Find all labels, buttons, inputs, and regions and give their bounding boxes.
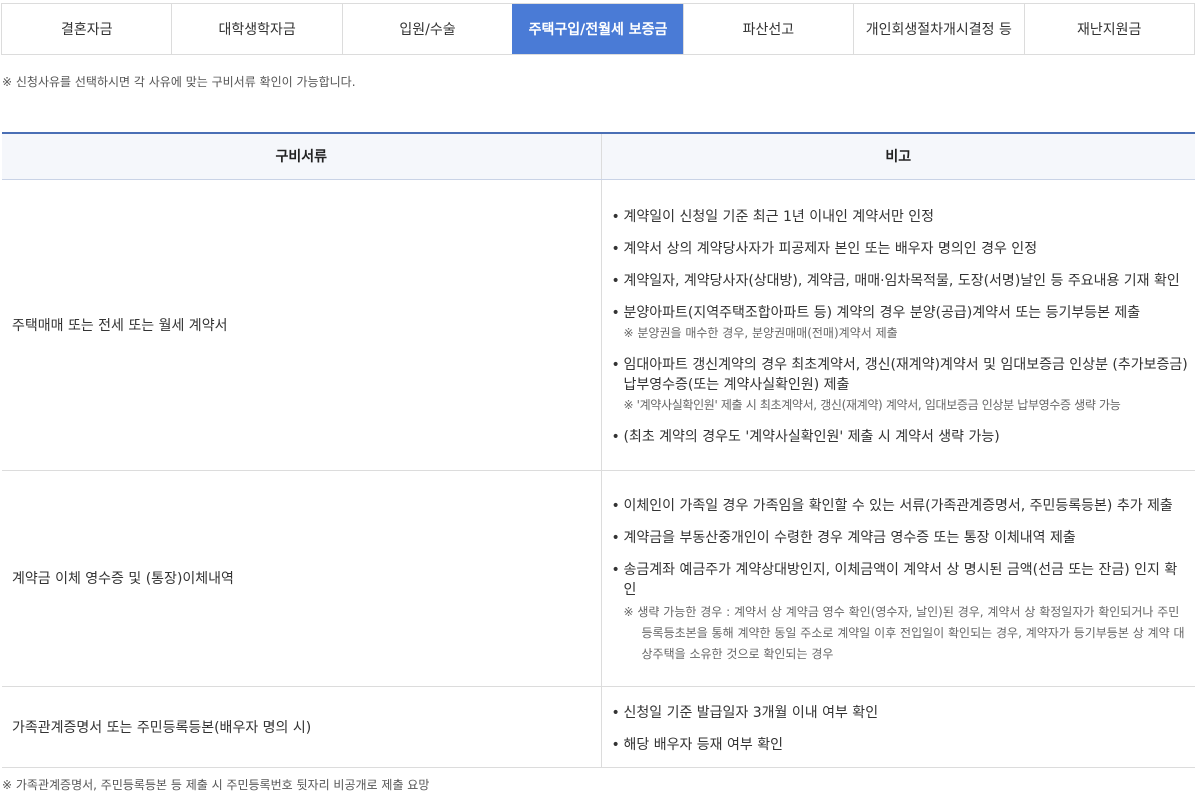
list-item: 신청일 기준 발급일자 3개월 이내 여부 확인 [612, 703, 1190, 723]
remarks-cell: 이체인이 가족일 경우 가족임을 확인할 수 있는 서류(가족관계증명서, 주민… [601, 470, 1195, 687]
tab-disaster-fund[interactable]: 재난지원금 [1023, 4, 1194, 54]
table-row: 주택매매 또는 전세 또는 월세 계약서 계약일이 신청일 기준 최근 1년 이… [2, 179, 1195, 471]
tab-housing-deposit[interactable]: 주택구입/전월세 보증금 [512, 4, 683, 54]
note-text: 계약일자, 계약당사자(상대방), 계약금, 매매·임차목적물, 도장(서명)날… [623, 272, 1180, 289]
list-item: (최초 계약의 경우도 '계약사실확인원' 제출 시 계약서 생략 가능) [612, 427, 1190, 447]
header-documents: 구비서류 [2, 132, 602, 180]
remarks-list: 이체인이 가족일 경우 가족임을 확인할 수 있는 서류(가족관계증명서, 주민… [612, 496, 1190, 665]
tab-bankruptcy[interactable]: 파산선고 [682, 4, 854, 54]
notice-top: ※ 신청사유를 선택하시면 각 사유에 맞는 구비서류 확인이 가능합니다. [2, 75, 356, 89]
list-item: 해당 배우자 등재 여부 확인 [612, 735, 1190, 755]
tab-tuition[interactable]: 대학생학자금 [171, 4, 342, 54]
note-text: 계약금을 부동산중개인이 수령한 경우 계약금 영수증 또는 통장 이체내역 제… [623, 529, 1076, 546]
document-cell: 계약금 이체 영수증 및 (통장)이체내역 [2, 470, 602, 687]
note-text: 분양아파트(지역주택조합아파트 등) 계약의 경우 분양(공급)계약서 또는 등… [623, 304, 1141, 321]
sub-note: ※ '계약사실확인원' 제출 시 최초계약서, 갱신(재계약) 계약서, 임대보… [623, 397, 1121, 412]
list-item: 송금계좌 예금주가 계약상대방인지, 이체금액이 계약서 상 명시된 금액(선금… [612, 560, 1190, 665]
note-text: 계약일이 신청일 기준 최근 1년 이내인 계약서만 인정 [623, 208, 935, 225]
remarks-cell: 계약일이 신청일 기준 최근 1년 이내인 계약서만 인정 계약서 상의 계약당… [601, 179, 1195, 471]
note-text: 신청일 기준 발급일자 3개월 이내 여부 확인 [623, 704, 879, 721]
header-remarks: 비고 [601, 132, 1195, 180]
reason-tabs: 결혼자금 대학생학자금 입원/수술 주택구입/전월세 보증금 파산선고 개인회생… [1, 3, 1195, 55]
documents-table: 구비서류 비고 주택매매 또는 전세 또는 월세 계약서 계약일이 신청일 기준… [2, 132, 1195, 768]
list-item: 계약서 상의 계약당사자가 피공제자 본인 또는 배우자 명의인 경우 인정 [612, 239, 1190, 259]
notice-bottom: ※ 가족관계증명서, 주민등록등본 등 제출 시 주민등록번호 뒷자리 비공개로… [2, 778, 430, 792]
sub-note: ※ 분양권을 매수한 경우, 분양권매매(전매)계약서 제출 [623, 325, 898, 340]
document-cell: 주택매매 또는 전세 또는 월세 계약서 [2, 179, 602, 471]
document-cell: 가족관계증명서 또는 주민등록등본(배우자 명의 시) [2, 686, 602, 768]
tab-rehabilitation[interactable]: 개인회생절차개시결정 등 [853, 4, 1024, 54]
table-header-row: 구비서류 비고 [2, 132, 1195, 180]
list-item: 계약일이 신청일 기준 최근 1년 이내인 계약서만 인정 [612, 207, 1190, 227]
note-text: (최초 계약의 경우도 '계약사실확인원' 제출 시 계약서 생략 가능) [623, 428, 1000, 445]
list-item: 임대아파트 갱신계약의 경우 최초계약서, 갱신(재계약)계약서 및 임대보증금… [612, 355, 1190, 415]
remarks-list: 신청일 기준 발급일자 3개월 이내 여부 확인 해당 배우자 등재 여부 확인 [612, 703, 1190, 755]
table-row: 계약금 이체 영수증 및 (통장)이체내역 이체인이 가족일 경우 가족임을 확… [2, 470, 1195, 687]
list-item: 분양아파트(지역주택조합아파트 등) 계약의 경우 분양(공급)계약서 또는 등… [612, 303, 1190, 343]
note-text: 계약서 상의 계약당사자가 피공제자 본인 또는 배우자 명의인 경우 인정 [623, 240, 1038, 257]
tab-hospital-surgery[interactable]: 입원/수술 [341, 4, 513, 54]
note-text: 해당 배우자 등재 여부 확인 [623, 736, 783, 753]
list-item: 계약금을 부동산중개인이 수령한 경우 계약금 영수증 또는 통장 이체내역 제… [612, 528, 1190, 548]
note-text: 송금계좌 예금주가 계약상대방인지, 이체금액이 계약서 상 명시된 금액(선금… [623, 561, 1178, 598]
list-item: 이체인이 가족일 경우 가족임을 확인할 수 있는 서류(가족관계증명서, 주민… [612, 496, 1190, 516]
remarks-cell: 신청일 기준 발급일자 3개월 이내 여부 확인 해당 배우자 등재 여부 확인 [601, 686, 1195, 768]
note-text: 이체인이 가족일 경우 가족임을 확인할 수 있는 서류(가족관계증명서, 주민… [623, 497, 1173, 514]
note-text: 임대아파트 갱신계약의 경우 최초계약서, 갱신(재계약)계약서 및 임대보증금… [623, 356, 1188, 393]
sub-note: ※ 생략 가능한 경우 : 계약서 상 계약금 영수 확인(영수자, 날인)된 … [623, 604, 1185, 661]
list-item: 계약일자, 계약당사자(상대방), 계약금, 매매·임차목적물, 도장(서명)날… [612, 271, 1190, 291]
remarks-list: 계약일이 신청일 기준 최근 1년 이내인 계약서만 인정 계약서 상의 계약당… [612, 207, 1190, 447]
tab-marriage[interactable]: 결혼자금 [2, 4, 172, 54]
table-row: 가족관계증명서 또는 주민등록등본(배우자 명의 시) 신청일 기준 발급일자 … [2, 686, 1195, 768]
